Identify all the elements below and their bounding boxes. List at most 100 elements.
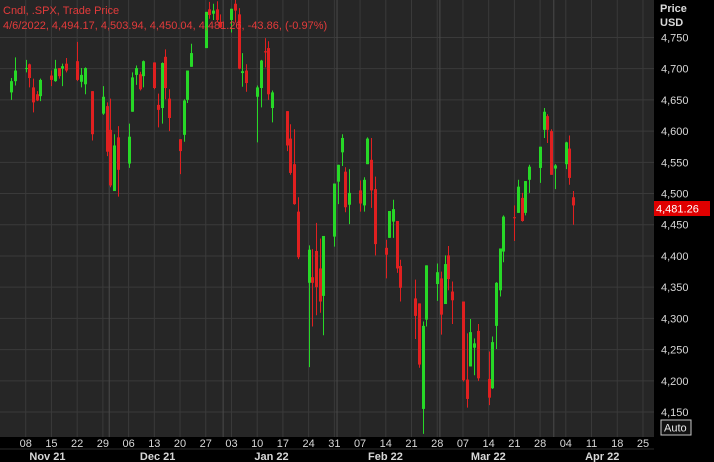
candle-body (183, 100, 186, 135)
candle-body (65, 63, 68, 71)
candle (267, 41, 270, 100)
candle-body (10, 81, 13, 93)
candle-body (517, 186, 520, 213)
candle-body (322, 235, 325, 296)
candle-body (76, 61, 79, 80)
candle (550, 129, 553, 175)
candle-body (50, 75, 53, 80)
y-tick-label: 4,150 (661, 407, 689, 419)
candle (477, 324, 480, 381)
y-tick-label: 4,600 (661, 126, 689, 138)
x-tick-label: 03 (225, 438, 237, 450)
candle-body (414, 298, 417, 316)
candle-body (260, 60, 263, 89)
candle-body (528, 166, 531, 180)
candle-body (436, 272, 439, 285)
candle-body (473, 343, 476, 348)
x-tick-label: 18 (611, 438, 623, 450)
candle-body (58, 68, 61, 77)
x-month-label: Mar 22 (471, 451, 506, 462)
candle (139, 71, 142, 91)
candle-body (521, 197, 524, 221)
candle-body (502, 216, 505, 252)
x-tick-label: 27 (200, 438, 212, 450)
x-tick-label: 04 (560, 438, 572, 450)
candle-body (466, 379, 469, 399)
candle-body (572, 197, 575, 206)
candle-body (388, 211, 391, 238)
candle-body (462, 301, 465, 381)
candle-body (539, 146, 542, 168)
candle-body (113, 145, 116, 192)
candle-body (370, 159, 373, 191)
candle (286, 111, 289, 152)
candle (418, 303, 421, 368)
candle-body (341, 137, 344, 153)
chart-title: Cndl, .SPX, Trade Price (3, 5, 120, 17)
candle-body (444, 264, 447, 305)
candle-body (36, 94, 39, 101)
candle-body (363, 179, 366, 206)
x-tick-label: 14 (380, 438, 392, 450)
candle-body (157, 104, 160, 110)
candle-body (289, 138, 292, 173)
candle-body (293, 164, 296, 205)
auto-button-label: Auto (664, 423, 687, 435)
candle-body (297, 211, 300, 258)
candle (91, 91, 94, 141)
candle-body (153, 62, 156, 89)
candle-body (513, 217, 516, 219)
candle (388, 211, 391, 238)
y-tick-label: 4,250 (661, 345, 689, 357)
candle-body (139, 74, 142, 90)
x-tick-label: 13 (148, 438, 160, 450)
candle-body (440, 278, 443, 315)
y-tick-label: 4,450 (661, 220, 689, 232)
x-tick-label: 22 (71, 438, 83, 450)
candle-body (54, 68, 57, 82)
x-tick-label: 21 (508, 438, 520, 450)
y-tick-label: 4,550 (661, 157, 689, 169)
candle-body (315, 250, 318, 288)
y-tick-label: 4,750 (661, 32, 689, 44)
x-tick-label: 14 (483, 438, 495, 450)
x-tick-label: 29 (97, 438, 109, 450)
x-tick-label: 21 (405, 438, 417, 450)
x-month-label: Feb 22 (368, 451, 403, 462)
candle-body (190, 53, 193, 67)
candle-body (161, 63, 164, 109)
candle-body (80, 74, 83, 82)
x-tick-label: 28 (431, 438, 443, 450)
candle-body (264, 51, 267, 53)
candle-body (241, 71, 244, 74)
candle-body (447, 255, 450, 280)
candle-body (399, 265, 402, 288)
candle-body (271, 92, 274, 109)
x-tick-label: 31 (328, 438, 340, 450)
y-tick-label: 4,650 (661, 95, 689, 107)
price-axis-title: Price (660, 3, 687, 15)
candle (153, 62, 156, 90)
x-month-label: Nov 21 (29, 451, 65, 462)
candle (366, 137, 369, 165)
last-price-tag-label: 4,481.26 (656, 204, 699, 216)
candle-body (469, 332, 472, 367)
candle-body (385, 247, 388, 255)
candle-body (25, 68, 28, 70)
candle (106, 102, 109, 157)
candle (499, 248, 502, 297)
candle-body (142, 61, 145, 77)
y-tick-label: 4,350 (661, 282, 689, 294)
price-chart[interactable]: 4,150 4,200 4,250 4,300 4,350 4,400 4,450 4,500… (0, 0, 714, 462)
candle (524, 181, 527, 216)
candle-body (359, 190, 362, 204)
candle-body (568, 148, 571, 178)
candle (491, 336, 494, 389)
candle-body (499, 248, 502, 291)
candle-body (286, 111, 289, 146)
candle-body (216, 9, 219, 20)
candle-body (128, 136, 131, 164)
candle-body (396, 220, 399, 269)
candle-body (524, 181, 527, 213)
candle-body (256, 87, 259, 97)
